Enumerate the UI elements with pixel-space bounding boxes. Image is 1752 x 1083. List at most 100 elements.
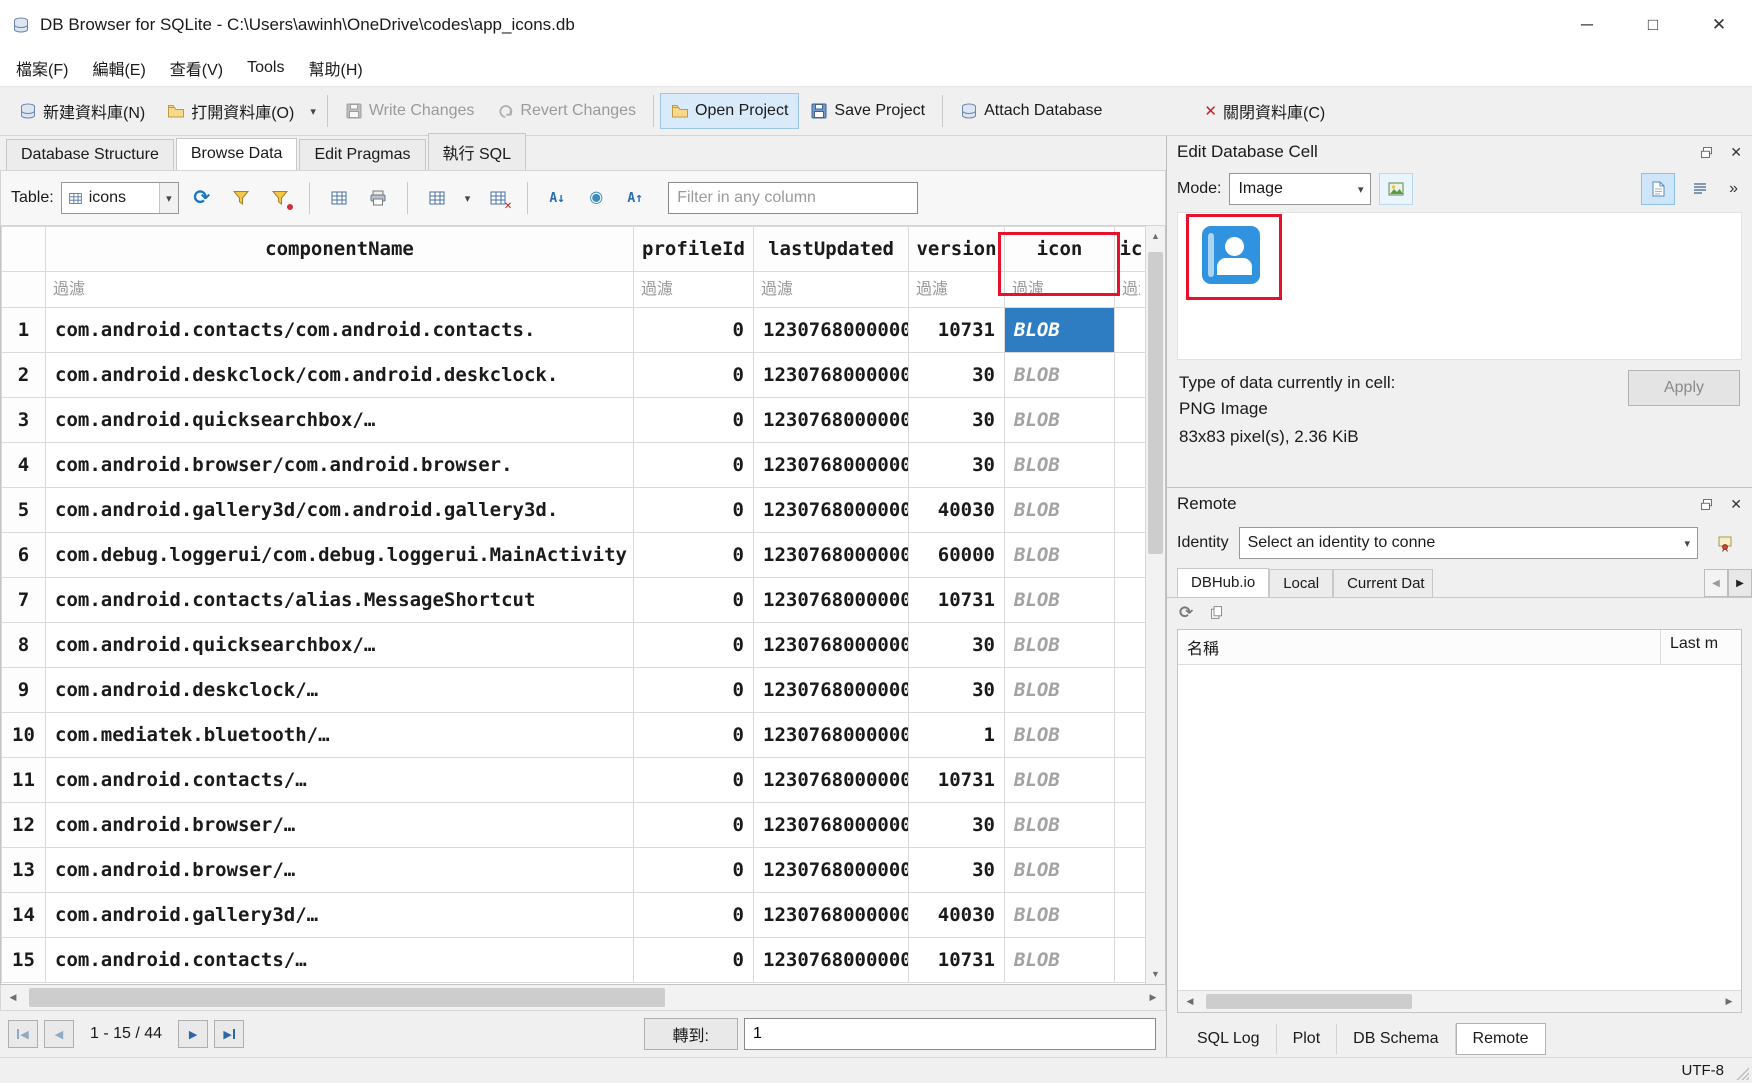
cell-version[interactable]: 30 [909,668,1005,713]
row-number[interactable]: 2 [2,353,46,398]
cell-version[interactable]: 40030 [909,893,1005,938]
revert-changes-button[interactable]: Revert Changes [485,93,647,129]
cell-profileId[interactable]: 0 [634,578,754,623]
cell-overflow[interactable] [1115,668,1146,713]
row-number[interactable]: 3 [2,398,46,443]
row-number[interactable]: 8 [2,623,46,668]
write-changes-button[interactable]: Write Changes [334,93,486,129]
cell-version[interactable]: 30 [909,443,1005,488]
new-record-dropdown-icon[interactable]: ▾ [460,190,476,207]
tab-remote[interactable]: Remote [1456,1023,1546,1055]
cell-version[interactable]: 30 [909,848,1005,893]
column-header-lastUpdated[interactable]: lastUpdated [754,227,909,272]
cell-icon[interactable]: BLOB [1005,353,1115,398]
cell-icon[interactable]: BLOB [1005,308,1115,353]
cell-profileId[interactable]: 0 [634,758,754,803]
cell-version[interactable]: 30 [909,353,1005,398]
cell-icon[interactable]: BLOB [1005,713,1115,758]
cell-lastUpdated[interactable]: 1230768000000 [754,803,909,848]
global-filter-input[interactable] [668,182,918,214]
cell-componentName[interactable]: com.android.browser/com.android.browser. [46,443,634,488]
apply-button[interactable]: Apply [1628,370,1740,406]
menu-view[interactable]: 查看(V) [158,56,235,80]
new-record-button[interactable] [421,182,453,214]
cell-componentName[interactable]: com.android.deskclock/… [46,668,634,713]
cell-overflow[interactable] [1115,758,1146,803]
row-number[interactable]: 5 [2,488,46,533]
column-header-profileId[interactable]: profileId [634,227,754,272]
filter-input-version[interactable] [909,273,1004,307]
import-data-button[interactable] [1379,173,1413,205]
cell-profileId[interactable]: 0 [634,398,754,443]
tab-dbhub[interactable]: DBHub.io [1177,568,1269,597]
sort-asc-button[interactable]: A↓ [541,182,573,214]
cell-profileId[interactable]: 0 [634,623,754,668]
row-number[interactable]: 4 [2,443,46,488]
cell-overflow[interactable] [1115,488,1146,533]
remote-refresh-icon[interactable]: ⟳ [1179,604,1193,621]
column-header-last-modified[interactable]: Last m [1661,630,1741,664]
cell-componentName[interactable]: com.android.quicksearchbox/… [46,623,634,668]
cell-version[interactable]: 10731 [909,578,1005,623]
row-number[interactable]: 11 [2,758,46,803]
save-project-button[interactable]: Save Project [799,93,936,129]
tab-scroll-left-button[interactable]: ◀ [1704,569,1728,597]
cell-icon[interactable]: BLOB [1005,668,1115,713]
cell-componentName[interactable]: com.mediatek.bluetooth/… [46,713,634,758]
toolbar-overflow-icon[interactable]: » [1725,180,1742,198]
filter-input-icon[interactable] [1005,273,1114,307]
cell-componentName[interactable]: com.android.contacts/alias.MessageShortc… [46,578,634,623]
remote-list-body[interactable] [1178,665,1741,990]
horizontal-scroll-thumb[interactable] [29,988,665,1007]
open-database-dropdown-icon[interactable]: ▾ [305,103,321,120]
cell-icon[interactable]: BLOB [1005,623,1115,668]
cell-profileId[interactable]: 0 [634,533,754,578]
horizontal-scrollbar[interactable]: ◀ ▶ [0,985,1166,1011]
cell-componentName[interactable]: com.android.deskclock/com.android.deskcl… [46,353,634,398]
remote-horizontal-scrollbar[interactable]: ◀ ▶ [1178,990,1741,1012]
column-header-componentName[interactable]: componentName [46,227,634,272]
row-number[interactable]: 9 [2,668,46,713]
tab-local[interactable]: Local [1269,569,1333,597]
filter-input-componentName[interactable] [46,273,633,307]
cell-componentName[interactable]: com.android.contacts/com.android.contact… [46,308,634,353]
remote-scroll-track[interactable] [1202,991,1717,1012]
close-button[interactable]: ✕ [1686,0,1752,50]
tab-sql-log[interactable]: SQL Log [1181,1024,1277,1054]
cell-componentName[interactable]: com.android.contacts/… [46,938,634,983]
cell-lastUpdated[interactable]: 1230768000000 [754,938,909,983]
open-database-button[interactable]: 打開資料庫(O) [156,90,305,132]
last-page-button[interactable]: ▶ [214,1020,244,1048]
cell-icon[interactable]: BLOB [1005,758,1115,803]
menu-tools[interactable]: Tools [235,59,296,77]
cell-icon[interactable]: BLOB [1005,533,1115,578]
tab-browse-data[interactable]: Browse Data [176,138,298,170]
encoding-label[interactable]: UTF-8 [1682,1062,1725,1079]
close-panel-icon[interactable]: ✕ [1730,144,1742,161]
text-view-button[interactable] [1641,173,1675,205]
close-database-button[interactable]: ✕ 關閉資料庫(C) [1193,90,1336,132]
table-select[interactable]: icons ▾ [61,182,179,214]
new-database-button[interactable]: 新建資料庫(N) [8,90,156,132]
cell-overflow[interactable] [1115,353,1146,398]
scroll-down-icon[interactable]: ▼ [1146,964,1165,984]
cell-lastUpdated[interactable]: 1230768000000 [754,758,909,803]
cell-version[interactable]: 30 [909,398,1005,443]
cell-icon[interactable]: BLOB [1005,848,1115,893]
menu-help[interactable]: 幫助(H) [296,56,374,80]
horizontal-scroll-track[interactable] [25,985,1141,1010]
cell-lastUpdated[interactable]: 1230768000000 [754,848,909,893]
cell-version[interactable]: 10731 [909,758,1005,803]
scroll-up-icon[interactable]: ▲ [1146,226,1165,246]
cell-profileId[interactable]: 0 [634,443,754,488]
clone-database-icon[interactable] [1209,605,1224,620]
cell-componentName[interactable]: com.android.contacts/… [46,758,634,803]
menu-file[interactable]: 檔案(F) [4,56,80,80]
delete-record-button[interactable]: ✕ [482,182,514,214]
close-panel-icon[interactable]: ✕ [1730,496,1742,513]
maximize-button[interactable]: □ [1620,0,1686,50]
cell-componentName[interactable]: com.android.gallery3d/com.android.galler… [46,488,634,533]
minimize-button[interactable]: ─ [1554,0,1620,50]
goto-button[interactable]: 轉到: [644,1018,738,1050]
word-wrap-button[interactable] [1683,173,1717,205]
